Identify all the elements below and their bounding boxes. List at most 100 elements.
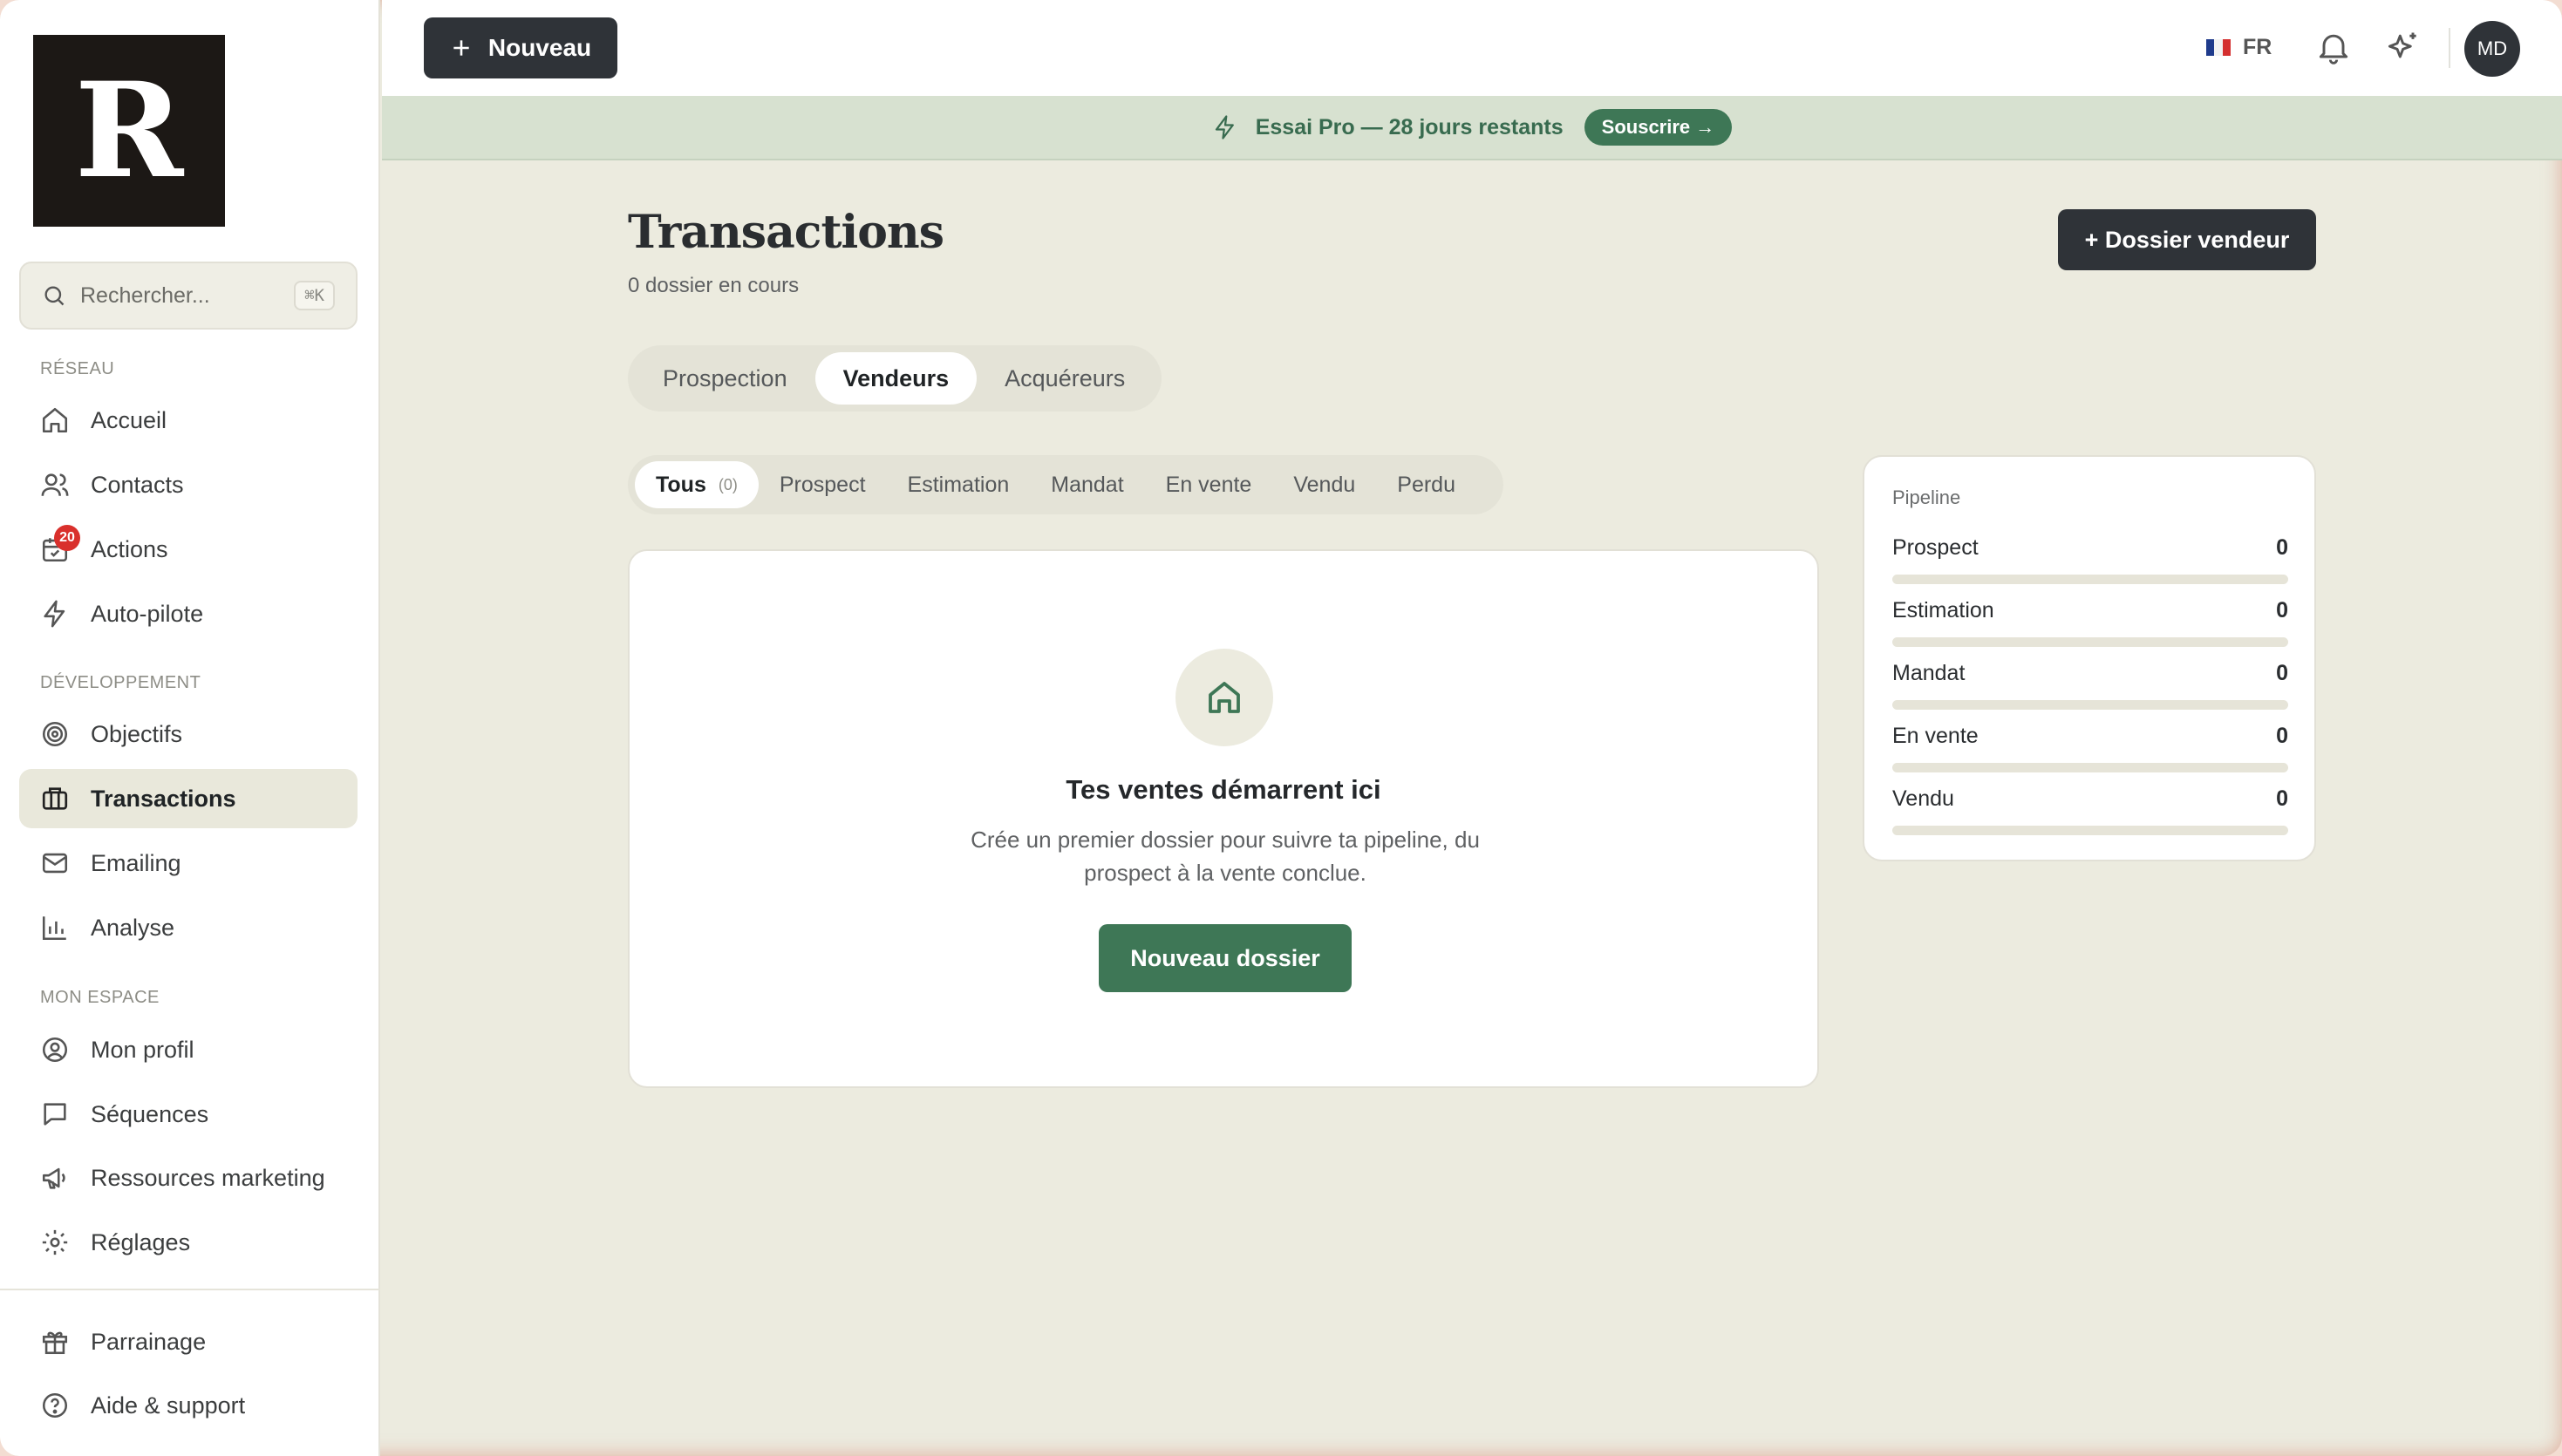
app-window: R Rechercher... ⌘K RÉSEAU Accueil Contac… [0,0,2562,1456]
stage-label: Mandat [1892,661,1966,685]
bell-icon[interactable] [2314,28,2353,66]
sparkles-icon[interactable] [2384,28,2422,66]
pipeline-label: Pipeline [1892,486,1961,508]
filter-count: (0) [718,475,738,493]
home-icon [1209,682,1240,713]
pipeline-row-estimation: Estimation 0 [1892,598,2288,647]
logo-letter: R [74,54,184,208]
sidebar-item-sequences[interactable]: Séquences [19,1085,358,1144]
home-icon [42,407,68,433]
bar-chart-icon [42,916,66,941]
sidebar-item-mon-profil[interactable]: Mon profil [19,1020,358,1079]
sidebar-item-label: Actions [91,535,168,562]
filter-vendu[interactable]: Vendu [1272,461,1376,508]
new-file-button[interactable]: Nouveau dossier [1099,924,1352,992]
sidebar-item-objectifs[interactable]: Objectifs [19,704,358,764]
pipeline-row-en-vente: En vente 0 [1892,724,2288,772]
pipeline-row-prospect: Prospect 0 [1892,535,2288,584]
section-label-mon-espace: MON ESPACE [40,988,160,1007]
sidebar-item-label: Emailing [91,849,181,876]
sidebar-item-label: Analyse [91,914,175,941]
sidebar: R Rechercher... ⌘K RÉSEAU Accueil Contac… [0,0,380,1456]
page-title: Transactions [628,206,944,259]
pipeline-row-mandat: Mandat 0 [1892,661,2288,710]
filter-en-vente[interactable]: En vente [1145,461,1273,508]
stage-progress-track [1892,637,2288,647]
stage-label: En vente [1892,724,1979,748]
filter-perdu[interactable]: Perdu [1376,461,1476,508]
user-circle-icon [42,1037,68,1063]
empty-state-text: Crée un premier dossier pour suivre ta p… [971,827,1480,886]
stage-value: 0 [2276,598,2288,623]
sidebar-item-label: Aide & support [91,1391,246,1419]
search-shortcut: ⌘K [294,281,335,310]
empty-state-card: Tes ventes démarrent ici Crée un premier… [628,549,1819,1088]
sidebar-item-label: Séquences [91,1100,209,1127]
topbar-divider [2449,28,2450,68]
sidebar-item-label: Auto-pilote [91,600,204,627]
filter-mandat[interactable]: Mandat [1030,461,1144,508]
sidebar-item-contacts[interactable]: Contacts [19,455,358,514]
section-label-developpement: DÉVELOPPEMENT [40,673,201,692]
flag-fr-icon [2206,39,2231,56]
tab-prospection[interactable]: Prospection [635,352,815,405]
empty-state-title: Tes ventes démarrent ici [1066,774,1381,805]
sidebar-item-analyse[interactable]: Analyse [19,898,358,957]
search-field[interactable]: Rechercher... ⌘K [19,262,358,330]
stage-progress-track [1892,575,2288,584]
sidebar-item-actions[interactable]: 20 Actions [19,520,358,579]
filter-tous[interactable]: Tous (0) [635,461,759,508]
page-subtitle: 0 dossier en cours [628,274,800,297]
stage-value: 0 [2276,535,2288,560]
users-icon [41,473,69,496]
bolt-icon [44,600,65,628]
stage-progress-track [1892,826,2288,835]
gift-icon [42,1331,68,1355]
gear-icon [42,1229,68,1255]
sidebar-item-label: Réglages [91,1228,191,1255]
status-filters: Tous (0) Prospect Estimation Mandat En v… [628,455,1503,514]
sidebar-item-transactions[interactable]: Transactions [19,769,358,828]
sidebar-item-label: Parrainage [91,1328,207,1355]
trial-banner: Essai Pro — 28 jours restants Souscrire … [382,96,2562,160]
sidebar-item-emailing[interactable]: Emailing [19,833,358,893]
sidebar-item-label: Ressources marketing [91,1164,325,1191]
stage-value: 0 [2276,724,2288,748]
mail-icon [42,853,68,874]
filter-estimation[interactable]: Estimation [887,461,1031,508]
sidebar-item-reglages[interactable]: Réglages [19,1213,358,1272]
target-icon [42,721,68,747]
sidebar-divider [0,1289,380,1290]
actions-count-badge: 20 [54,525,80,551]
new-seller-file-button[interactable]: + Dossier vendeur [2058,209,2316,270]
sidebar-item-auto-pilote[interactable]: Auto-pilote [19,584,358,643]
stage-progress-track [1892,763,2288,772]
stage-value: 0 [2276,786,2288,811]
stage-label: Estimation [1892,598,1994,623]
new-button[interactable]: Nouveau [424,17,617,78]
empty-state-icon-wrap [1175,649,1273,746]
stage-label: Vendu [1892,786,1954,811]
sidebar-item-ressources-marketing[interactable]: Ressources marketing [19,1148,358,1208]
bolt-icon [1215,115,1234,139]
tab-acquereurs[interactable]: Acquéreurs [977,352,1153,405]
transaction-tabs: Prospection Vendeurs Acquéreurs [628,345,1162,412]
sidebar-item-parrainage[interactable]: Parrainage [19,1312,358,1371]
filter-prospect[interactable]: Prospect [759,461,887,508]
brand-logo[interactable]: R [33,35,225,227]
sidebar-item-aide-support[interactable]: Aide & support [19,1376,358,1435]
subscribe-button[interactable]: Souscrire → [1584,109,1733,146]
search-icon [44,286,65,306]
pipeline-row-vendu: Vendu 0 [1892,786,2288,835]
user-avatar[interactable]: MD [2464,21,2520,77]
briefcase-icon [42,787,68,810]
sidebar-item-label: Contacts [91,471,184,498]
tab-vendeurs[interactable]: Vendeurs [814,352,978,405]
help-icon [42,1392,68,1419]
sidebar-item-label: Objectifs [91,720,183,747]
trial-text: Essai Pro — 28 jours restants [1255,114,1564,139]
sidebar-item-label: Accueil [91,406,167,433]
language-selector[interactable]: FR [2206,35,2272,60]
sidebar-item-accueil[interactable]: Accueil [19,391,358,450]
stage-value: 0 [2276,661,2288,685]
